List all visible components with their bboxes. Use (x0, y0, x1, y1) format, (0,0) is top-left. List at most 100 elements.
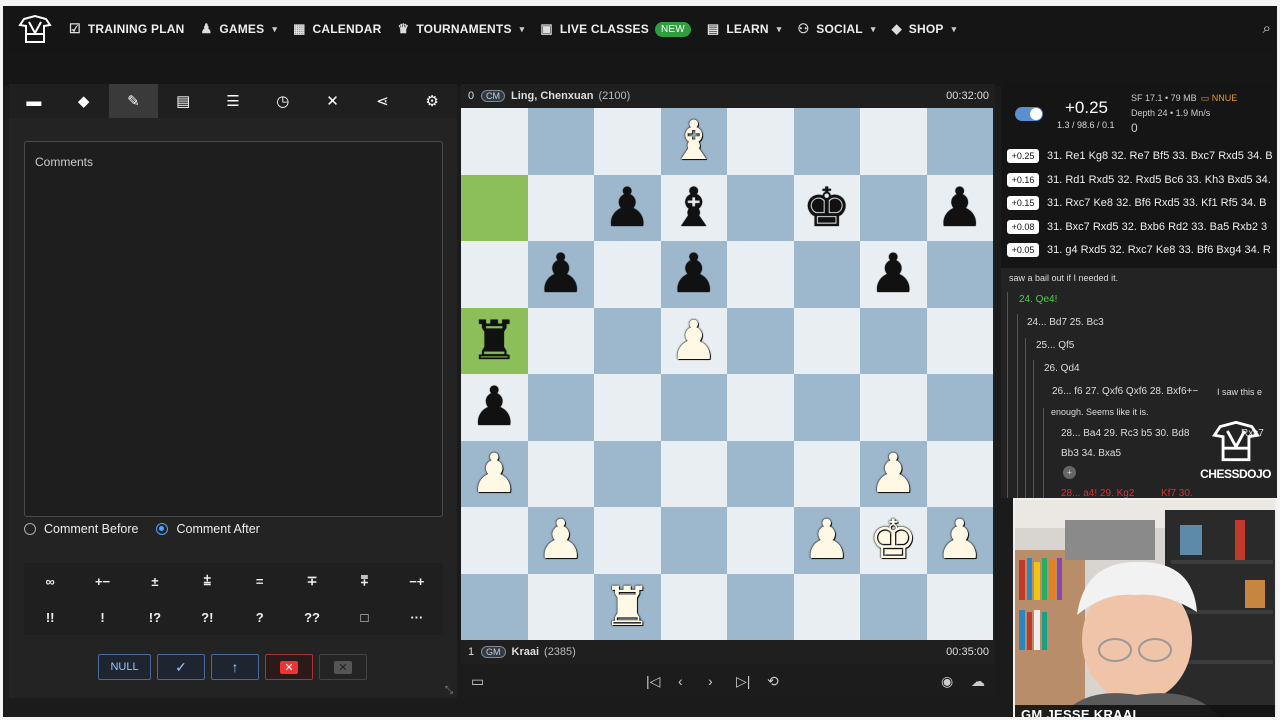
square-c8[interactable] (594, 108, 661, 175)
square-a3[interactable]: ♟ (461, 440, 528, 507)
square-a2[interactable] (461, 507, 528, 574)
engine-line[interactable]: +0.15 31. Rxc7 Ke8 32. Bf6 Rxd5 33. Kf1 R… (1007, 193, 1277, 213)
white-pawn-icon[interactable]: ♟ (803, 513, 851, 567)
black-bishop-icon[interactable]: ♝ (670, 181, 718, 235)
square-a4[interactable]: ♟ (461, 374, 528, 441)
square-h7[interactable]: ♟ (926, 174, 993, 241)
square-e8[interactable] (727, 108, 794, 175)
square-b4[interactable] (527, 374, 594, 441)
annotation-glyph-button[interactable]: +− (76, 563, 128, 599)
black-pawn-icon[interactable]: ♟ (470, 380, 518, 434)
white-pawn-icon[interactable]: ♟ (869, 447, 917, 501)
square-a7[interactable] (461, 174, 528, 241)
list-icon[interactable]: ☰ (208, 84, 258, 118)
square-c7[interactable]: ♟ (594, 174, 661, 241)
engine-line[interactable]: +0.16 31. Rd1 Rxd5 32. Rxd5 Bc6 33. Kh3 B… (1007, 170, 1277, 190)
square-f4[interactable] (793, 374, 860, 441)
square-h2[interactable]: ♟ (926, 507, 993, 574)
resize-handle-icon[interactable]: ⤡ (445, 685, 453, 696)
tree-move[interactable]: 28... a4! 29. Kg2 (1061, 488, 1134, 498)
chess-board[interactable]: ♝ ♟ ♝ ♚ ♟ ♟ ♟ ♟ ♜ ♟ ♟ ♟ ♟ ♟ ♟ ♚ ♟ ♜ (461, 108, 993, 640)
square-e3[interactable] (727, 440, 794, 507)
square-c3[interactable] (594, 440, 661, 507)
nav-item[interactable]: ▦ CALENDAR (293, 21, 381, 37)
square-b8[interactable] (527, 108, 594, 175)
engine-line[interactable]: +0.05 31. g4 Rxd5 32. Rxc7 Ke8 33. Bf6 Bx… (1007, 240, 1277, 260)
square-a8[interactable] (461, 108, 528, 175)
tree-move[interactable]: 26... f6 27. Qxf6 Qxf6 28. Bxf6+− (1052, 386, 1198, 397)
tree-move[interactable]: 24... Bd7 25. Bc3 (1027, 317, 1104, 328)
square-c6[interactable] (594, 241, 661, 308)
square-d8[interactable]: ♝ (660, 108, 727, 175)
square-b3[interactable] (527, 440, 594, 507)
square-c1[interactable]: ♜ (594, 573, 661, 640)
square-g1[interactable] (860, 573, 927, 640)
square-f2[interactable]: ♟ (793, 507, 860, 574)
nav-item[interactable]: ♟ GAMES ▾ (200, 21, 277, 37)
square-b6[interactable]: ♟ (527, 241, 594, 308)
comments-textarea[interactable]: Comments (24, 141, 443, 517)
black-pawn-icon[interactable]: ♟ (936, 181, 984, 235)
annotation-glyph-button[interactable]: □ (338, 599, 390, 635)
backspace-button[interactable]: ✕ (319, 654, 367, 680)
nav-item[interactable]: ☑ TRAINING PLAN (69, 21, 184, 37)
folder-icon[interactable]: ▬ (9, 84, 59, 118)
square-h3[interactable] (926, 440, 993, 507)
tools-icon[interactable]: ✕ (308, 84, 358, 118)
engine-line[interactable]: +0.08 31. Bxc7 Rxd5 32. Bxb6 Rd2 33. Ba5 … (1007, 217, 1277, 237)
eye-icon[interactable]: ◉ (941, 673, 953, 690)
square-b5[interactable] (527, 307, 594, 374)
square-b1[interactable] (527, 573, 594, 640)
search-icon[interactable]: ⌕ (1263, 20, 1271, 37)
annotation-glyph-button[interactable]: !! (24, 599, 76, 635)
delete-button[interactable]: ✕ (265, 654, 313, 680)
white-rook-icon[interactable]: ♜ (603, 580, 651, 634)
white-bishop-icon[interactable]: ♝ (670, 114, 718, 168)
comment-icon[interactable]: ▤ (158, 84, 208, 118)
annotation-glyph-button[interactable]: ··· (391, 599, 443, 635)
square-g7[interactable] (860, 174, 927, 241)
annotation-glyph-button[interactable]: ? (234, 599, 286, 635)
collapse-icon[interactable]: + (1063, 466, 1076, 479)
annotation-glyph-button[interactable]: ⩲ (181, 563, 233, 599)
nav-item[interactable]: ▤ LEARN ▾ (707, 21, 782, 37)
tree-move[interactable]: 24. Qe4! (1019, 294, 1057, 305)
square-f7[interactable]: ♚ (793, 174, 860, 241)
first-move-icon[interactable]: |◁ (646, 673, 660, 690)
white-king-icon[interactable]: ♚ (869, 513, 917, 567)
square-d5[interactable]: ♟ (660, 307, 727, 374)
square-c4[interactable] (594, 374, 661, 441)
square-e1[interactable] (727, 573, 794, 640)
square-f6[interactable] (793, 241, 860, 308)
square-h1[interactable] (926, 573, 993, 640)
annotation-glyph-button[interactable]: ?! (181, 599, 233, 635)
clipboard-icon[interactable]: ▭ (471, 673, 484, 690)
square-f3[interactable] (793, 440, 860, 507)
square-d3[interactable] (660, 440, 727, 507)
square-e5[interactable] (727, 307, 794, 374)
next-move-icon[interactable]: › (708, 673, 713, 689)
white-pawn-icon[interactable]: ♟ (470, 447, 518, 501)
square-e6[interactable] (727, 241, 794, 308)
white-pawn-icon[interactable]: ♟ (537, 513, 585, 567)
cloud-check-icon[interactable]: ☁ (971, 673, 985, 690)
chessdojo-logo[interactable] (17, 12, 53, 46)
tree-move[interactable]: 26. Qd4 (1044, 363, 1080, 374)
square-h8[interactable] (926, 108, 993, 175)
nav-item[interactable]: ◆ SHOP ▾ (892, 21, 957, 37)
square-d7[interactable]: ♝ (660, 174, 727, 241)
flip-board-icon[interactable]: ⟲ (767, 673, 779, 690)
null-move-button[interactable]: NULL (98, 654, 151, 680)
square-f8[interactable] (793, 108, 860, 175)
square-c5[interactable] (594, 307, 661, 374)
share-icon[interactable]: ⋖ (357, 84, 407, 118)
square-b7[interactable] (527, 174, 594, 241)
annotation-glyph-button[interactable]: ± (129, 563, 181, 599)
annotation-glyph-button[interactable]: ⩱ (338, 563, 390, 599)
black-pawn-icon[interactable]: ♟ (670, 247, 718, 301)
prev-move-icon[interactable]: ‹ (678, 673, 683, 689)
square-h6[interactable] (926, 241, 993, 308)
square-h4[interactable] (926, 374, 993, 441)
square-g8[interactable] (860, 108, 927, 175)
annotation-glyph-button[interactable]: ∞ (24, 563, 76, 599)
